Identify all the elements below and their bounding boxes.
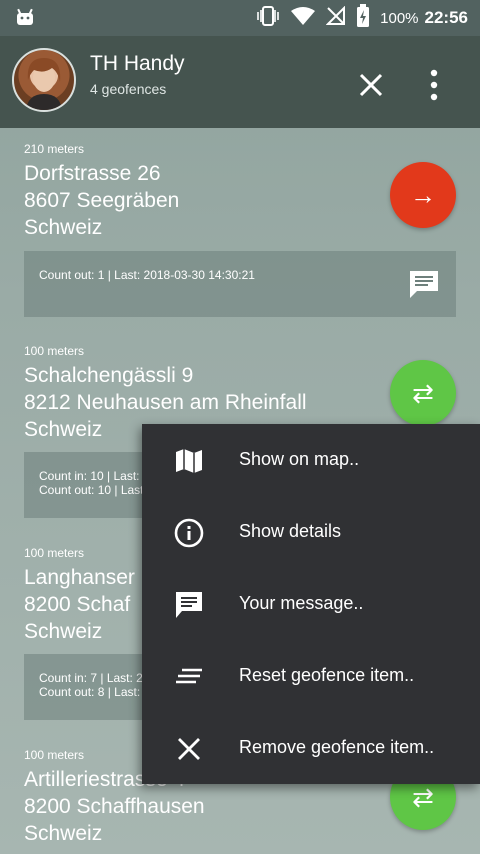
message-icon[interactable] — [408, 269, 440, 302]
address-line: Schweiz — [24, 216, 103, 239]
address: Dorfstrasse 26 8607 Seegräben Schweiz — [24, 160, 179, 241]
counts-panel: Count out: 1 | Last: 2018-03-30 14:30:21 — [24, 251, 456, 317]
address-line: Langhanser — [24, 566, 135, 589]
battery-charging-icon — [356, 3, 370, 33]
address-line: 8200 Schaf — [24, 593, 131, 616]
vibrate-icon — [256, 5, 280, 32]
address-line: 8607 Seegräben — [24, 189, 180, 212]
address-line: Dorfstrasse 26 — [24, 162, 161, 185]
counts-text: Count out: 1 | Last: 2018-03-30 14:30:21 — [39, 268, 255, 282]
distance-label: 100 meters — [24, 344, 85, 358]
address-line: Schweiz — [24, 822, 103, 845]
more-options-button[interactable] — [424, 68, 444, 102]
menu-item-show-on-map[interactable]: Show on map.. — [142, 424, 480, 496]
address-line: Schalchengässli 9 — [24, 364, 194, 387]
clock: 22:56 — [424, 8, 468, 27]
address-line: Schweiz — [24, 620, 103, 643]
distance-label: 100 meters — [24, 546, 85, 560]
menu-item-reset-geofence[interactable]: Reset geofence item.. — [142, 640, 480, 712]
android-icon — [14, 6, 36, 33]
address: Langhanser 8200 Schaf Schweiz — [24, 564, 135, 645]
map-icon — [174, 446, 204, 476]
more-vert-icon — [430, 69, 438, 101]
distance-label: 100 meters — [24, 748, 85, 762]
wifi-icon — [290, 6, 316, 31]
message-icon — [174, 590, 204, 620]
direction-fab-button[interactable]: → — [390, 162, 456, 228]
menu-item-remove-geofence[interactable]: Remove geofence item.. — [142, 712, 480, 784]
direction-fab-button[interactable]: ⇄ — [390, 360, 456, 426]
close-icon — [359, 73, 383, 97]
menu-item-your-message[interactable]: Your message.. — [142, 568, 480, 640]
status-bar: 100% 22:56 — [0, 0, 480, 36]
avatar[interactable] — [12, 48, 76, 112]
close-button[interactable] — [356, 70, 386, 100]
menu-item-show-details[interactable]: Show details — [142, 496, 480, 568]
arrow-right-icon: → — [410, 179, 436, 210]
page-subtitle: 4 geofences — [90, 81, 167, 97]
no-signal-icon — [325, 5, 346, 31]
swap-arrows-icon: ⇄ — [412, 377, 434, 408]
info-icon — [174, 518, 204, 548]
page-title: TH Handy — [90, 52, 185, 75]
distance-label: 210 meters — [24, 142, 85, 156]
swap-arrows-icon: ⇄ — [412, 781, 434, 812]
counts-text: Count in: 10 | Last: Count out: 10 | Las… — [39, 469, 144, 497]
menu-item-label: Your message.. — [239, 593, 364, 613]
reset-lines-icon — [174, 662, 204, 692]
address-line: 8212 Neuhausen am Rheinfall — [24, 391, 307, 414]
address-line: 8200 Schaffhausen — [24, 795, 205, 818]
battery-percent: 100% — [380, 9, 419, 27]
menu-item-label: Show details — [239, 521, 342, 541]
context-menu: Show on map.. Show details Your message.… — [142, 424, 480, 784]
app-bar: TH Handy 4 geofences — [0, 36, 480, 128]
counts-text: Count in: 7 | Last: 2 Count out: 8 | Las… — [39, 671, 143, 699]
menu-item-label: Show on map.. — [239, 449, 360, 469]
menu-item-label: Remove geofence item.. — [239, 737, 435, 757]
menu-item-label: Reset geofence item.. — [239, 665, 415, 685]
close-icon — [174, 734, 204, 764]
